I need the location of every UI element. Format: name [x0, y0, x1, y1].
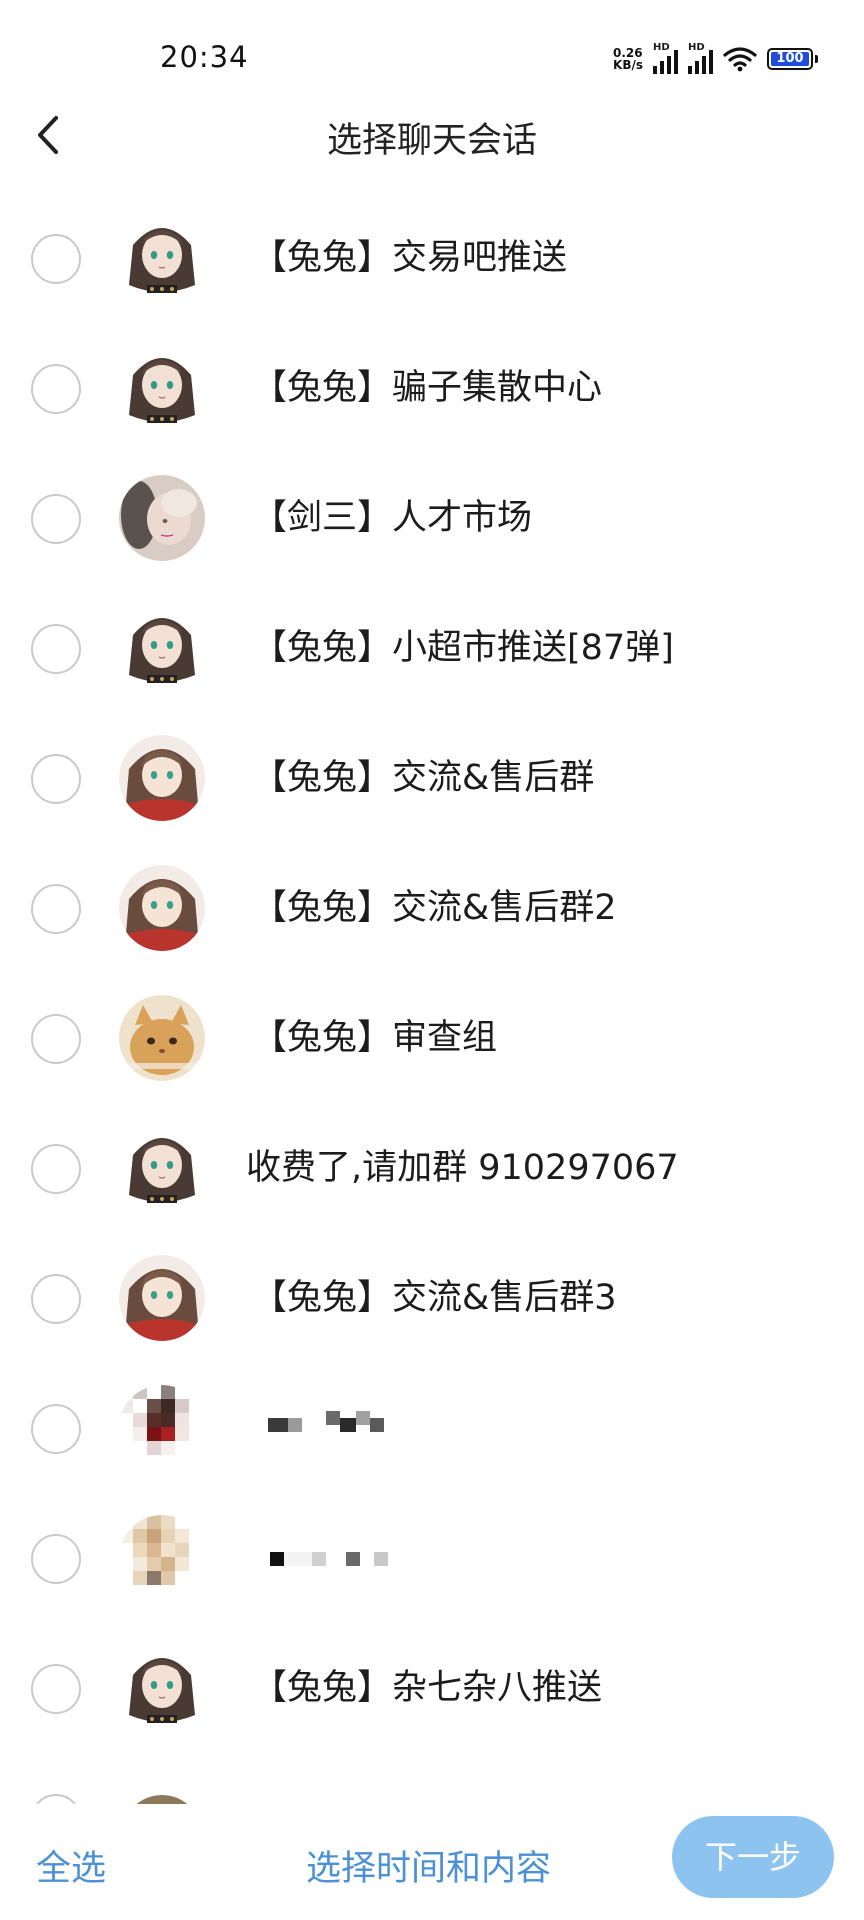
battery-level: 100 [776, 51, 804, 66]
network-speed: 0.26 KB/s [613, 47, 643, 71]
select-radio[interactable] [31, 1404, 81, 1454]
select-radio[interactable] [31, 1144, 81, 1194]
select-radio[interactable] [31, 494, 81, 544]
chat-list-item[interactable]: 【兔兔】杂七杂八推送 [0, 1622, 864, 1752]
chat-list-item[interactable]: 【兔兔】交流&售后群 [0, 712, 864, 842]
avatar [119, 865, 205, 951]
status-bar: 20:34 0.26 KB/s HD HD 100 [0, 0, 864, 112]
avatar [119, 1125, 205, 1211]
avatar [119, 1645, 205, 1731]
chat-list[interactable]: 【兔兔】交易吧推送 【兔兔】骗子集散中心 【剑三】人才市场【兔兔】小超市推送[87弹… [0, 192, 864, 1804]
header: 选择聊天会话 [0, 100, 864, 172]
chat-list-item[interactable] [0, 1752, 864, 1804]
status-time: 20:34 [160, 40, 249, 74]
avatar [119, 475, 205, 561]
battery-icon: 100 [767, 48, 818, 70]
signal-2-hd-label: HD [688, 42, 705, 53]
avatar [119, 1255, 205, 1341]
battery-body: 100 [767, 48, 813, 70]
avatar [119, 215, 205, 301]
chat-list-item[interactable]: 【兔兔】审查组 [0, 972, 864, 1102]
avatar [119, 995, 205, 1081]
avatar [119, 605, 205, 691]
signal-2-icon: HD [688, 42, 713, 74]
avatar [119, 1515, 205, 1601]
chat-name: 【兔兔】小超市推送[87弹] [252, 628, 674, 668]
network-speed-unit: KB/s [613, 58, 643, 72]
select-radio[interactable] [31, 1274, 81, 1324]
select-radio[interactable] [31, 1794, 81, 1804]
status-indicators: 0.26 KB/s HD HD 100 [613, 42, 818, 76]
select-radio[interactable] [31, 1664, 81, 1714]
avatar [119, 1385, 205, 1471]
select-radio[interactable] [31, 364, 81, 414]
chat-name: 【兔兔】杂七杂八推送 [252, 1668, 603, 1708]
bottom-bar: 全选 选择时间和内容 下一步 [0, 1804, 864, 1920]
chat-name: 【兔兔】交易吧推送 [252, 238, 568, 278]
obscured-name [256, 1552, 388, 1566]
chat-name: 【兔兔】交流&售后群 [252, 758, 595, 798]
chat-name: 【兔兔】交流&售后群2 [252, 888, 617, 928]
obscured-name [268, 1411, 384, 1432]
page-title: 选择聊天会话 [326, 121, 537, 161]
signal-1-icon: HD [653, 42, 678, 74]
select-time-content-button[interactable]: 选择时间和内容 [306, 1840, 551, 1891]
chat-list-item[interactable]: 【兔兔】交流&售后群2 [0, 842, 864, 972]
select-all-button[interactable]: 全选 [36, 1840, 106, 1891]
chat-list-item[interactable]: 【剑三】人才市场 [0, 452, 864, 582]
avatar [119, 345, 205, 431]
select-radio[interactable] [31, 1534, 81, 1584]
chat-list-item[interactable]: 【兔兔】交易吧推送 [0, 192, 864, 322]
chat-name: 收费了,请加群 910297067 [246, 1148, 679, 1188]
battery-cap [815, 55, 818, 63]
select-radio[interactable] [31, 884, 81, 934]
chat-list-item[interactable]: 收费了,请加群 910297067 [0, 1102, 864, 1232]
next-step-button[interactable]: 下一步 [672, 1816, 834, 1898]
chat-name: 【兔兔】审查组 [252, 1018, 498, 1058]
chat-name: 【兔兔】交流&售后群3 [252, 1278, 617, 1318]
select-radio[interactable] [31, 234, 81, 284]
signal-1-hd-label: HD [653, 42, 670, 53]
select-radio[interactable] [31, 754, 81, 804]
select-radio[interactable] [31, 1014, 81, 1064]
select-radio[interactable] [31, 624, 81, 674]
avatar [119, 1775, 205, 1804]
avatar [119, 735, 205, 821]
chat-list-item[interactable] [0, 1492, 864, 1622]
chat-list-item[interactable]: 【兔兔】小超市推送[87弹] [0, 582, 864, 712]
chat-name: 【兔兔】骗子集散中心 [252, 368, 603, 408]
chat-select-screen: 20:34 0.26 KB/s HD HD 100 选择聊天会话 【兔兔】交易吧… [0, 0, 864, 1920]
chat-list-item[interactable]: 【兔兔】骗子集散中心 [0, 322, 864, 452]
wifi-icon [723, 47, 757, 72]
chat-list-item[interactable]: 【兔兔】交流&售后群3 [0, 1232, 864, 1362]
chat-list-item[interactable] [0, 1362, 864, 1492]
chat-name: 【剑三】人才市场 [252, 498, 533, 538]
